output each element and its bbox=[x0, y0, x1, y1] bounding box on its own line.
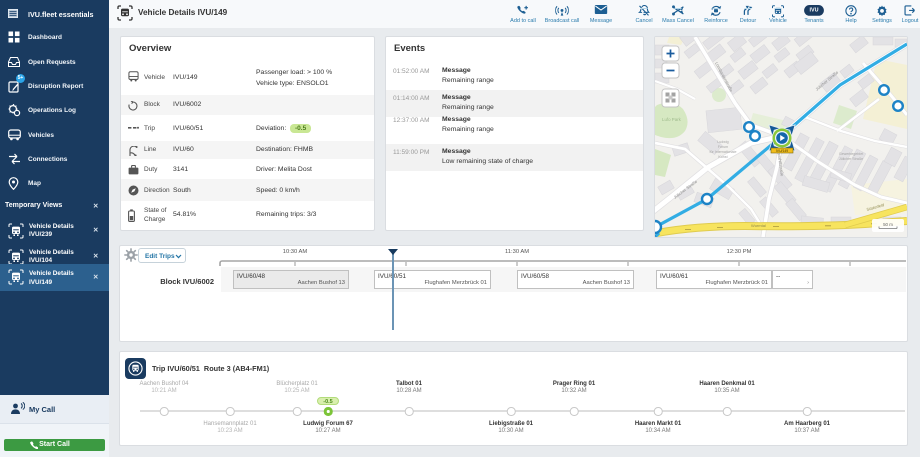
svg-text:Lufo Park: Lufo Park bbox=[662, 117, 682, 122]
svg-text:50 m: 50 m bbox=[883, 222, 893, 227]
svg-text:für Internationale: für Internationale bbox=[710, 150, 737, 154]
svg-text:Gewerbegebiet: Gewerbegebiet bbox=[839, 152, 863, 156]
svg-text:Ludwig: Ludwig bbox=[717, 140, 728, 144]
svg-text:Wurmtal: Wurmtal bbox=[751, 223, 766, 228]
svg-text:Jülicher Straße: Jülicher Straße bbox=[839, 157, 863, 161]
svg-text:IVU/149: IVU/149 bbox=[776, 149, 788, 153]
svg-text:Forum: Forum bbox=[718, 145, 728, 149]
svg-text:Kunst: Kunst bbox=[718, 155, 727, 159]
